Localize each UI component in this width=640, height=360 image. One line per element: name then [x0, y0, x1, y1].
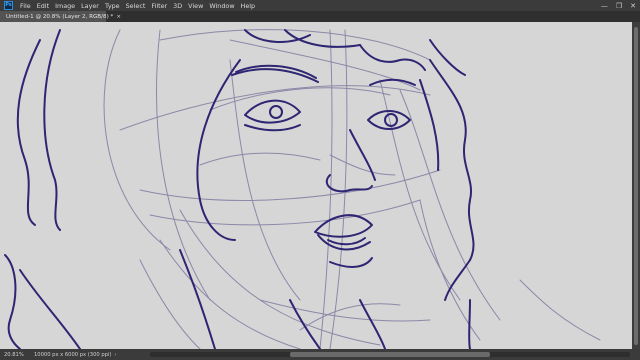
photoshop-logo-icon[interactable]: Ps [4, 1, 13, 10]
eye-left [244, 99, 301, 124]
vertical-scroll-thumb[interactable] [634, 27, 638, 345]
menu-edit[interactable]: Edit [34, 2, 52, 10]
document-tab-bar: Untitled-1 @ 20.8% (Layer 2, RGB/8) * × [0, 11, 640, 22]
document-tab-title: Untitled-1 @ 20.8% (Layer 2, RGB/8) * [6, 13, 114, 20]
hair-left-strand [43, 29, 61, 231]
eye-left-lid [244, 124, 301, 132]
hair-left-outer [16, 39, 41, 226]
window-controls: — ❐ ✕ [601, 0, 636, 11]
minimize-icon[interactable]: — [601, 2, 608, 10]
close-window-icon[interactable]: ✕ [630, 2, 636, 10]
menu-help[interactable]: Help [238, 2, 259, 10]
hair-right-outer [429, 59, 475, 261]
menu-window[interactable]: Window [206, 2, 237, 10]
vertical-scrollbar[interactable] [632, 22, 640, 349]
menu-view[interactable]: View [185, 2, 206, 10]
shoulder-right [468, 299, 471, 349]
sketch-drawing [4, 29, 601, 349]
menu-bar: Ps File Edit Image Layer Type Select Fil… [0, 0, 640, 11]
menu-type[interactable]: Type [102, 2, 123, 10]
zoom-level[interactable]: 20.81% [0, 352, 28, 358]
pupil-left [269, 105, 283, 119]
horizontal-scrollbar[interactable] [150, 352, 630, 357]
hair-right-lower [444, 259, 471, 301]
canvas-area[interactable] [0, 22, 632, 349]
document-tab[interactable]: Untitled-1 @ 20.8% (Layer 2, RGB/8) * × [0, 11, 121, 22]
face-left-contour [196, 59, 241, 241]
menu-filter[interactable]: Filter [148, 2, 170, 10]
hair-left-lower [4, 254, 21, 349]
status-menu-arrow-icon[interactable]: › [114, 352, 116, 358]
lips-lines [327, 237, 366, 246]
menu-items: File Edit Image Layer Type Select Filter… [17, 2, 258, 10]
horizontal-scroll-thumb[interactable] [290, 352, 490, 357]
menu-select[interactable]: Select [123, 2, 149, 10]
neck-center [289, 299, 321, 349]
status-bar: 20.81% 10000 px x 6000 px (300 ppi) › [0, 349, 640, 360]
nose-bridge [349, 129, 376, 181]
ink-lines [4, 29, 475, 349]
menu-layer[interactable]: Layer [78, 2, 102, 10]
hair-top-right [429, 39, 466, 76]
restore-icon[interactable]: ❐ [616, 2, 622, 10]
menu-3d[interactable]: 3D [170, 2, 185, 10]
chin-line [329, 257, 373, 268]
menu-image[interactable]: Image [52, 2, 78, 10]
menu-file[interactable]: File [17, 2, 34, 10]
document-info: 10000 px x 6000 px (300 ppi) [34, 351, 112, 358]
hair-top-3 [359, 44, 426, 71]
nose-tip [325, 174, 373, 193]
tab-close-icon[interactable]: × [116, 14, 121, 20]
hair-left-tail [19, 269, 81, 349]
brow-left [231, 68, 319, 83]
